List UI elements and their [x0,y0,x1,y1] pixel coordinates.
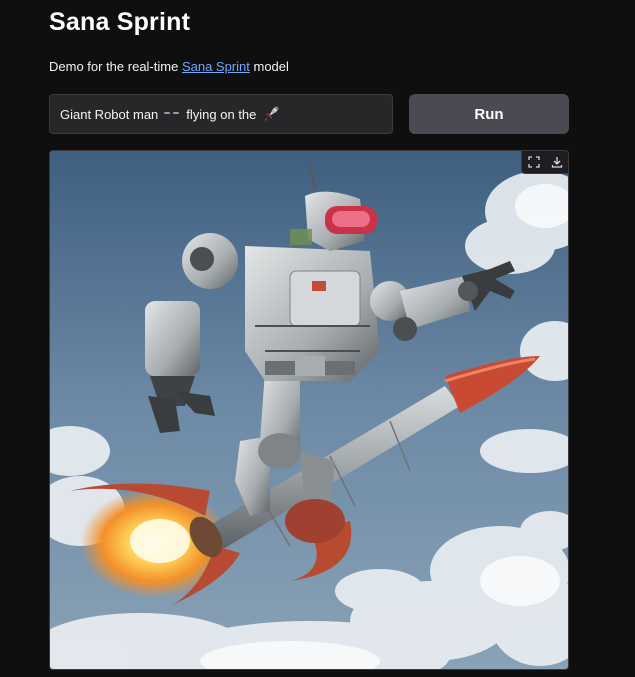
page-description: Demo for the real-time Sana Sprint model [49,58,289,76]
prompt-text-start: Giant Robot man [60,106,159,122]
robot-emoji-icon [164,109,180,119]
image-toolbar [521,151,568,174]
run-button[interactable]: Run [409,94,569,134]
download-button[interactable] [545,151,568,173]
generated-image [50,151,568,669]
description-suffix: model [249,59,289,74]
output-image-panel [49,150,569,670]
rocket-emoji-icon [264,106,279,122]
sana-sprint-link[interactable]: Sana Sprint [182,59,250,74]
description-prefix: Demo for the real-time [49,59,182,74]
prompt-text-end: flying on the [186,106,257,122]
download-icon [551,157,562,168]
app-page: Sana Sprint Demo for the real-time Sana … [0,0,635,677]
fullscreen-button[interactable] [522,151,545,173]
prompt-input[interactable]: Giant Robot man flying on the [49,94,393,134]
page-title: Sana Sprint [49,8,191,36]
fullscreen-icon [527,156,540,168]
